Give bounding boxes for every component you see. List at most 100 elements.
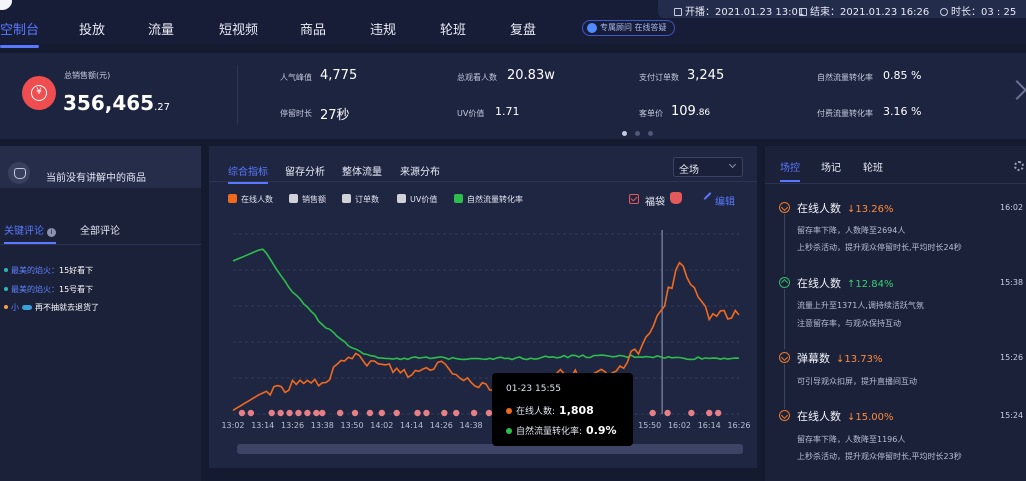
- lucky-bag-marker: [268, 409, 275, 417]
- trend-up-icon: [779, 277, 790, 288]
- info-icon: i: [47, 228, 56, 237]
- event-title: 在线人数 ↓15.00%: [797, 410, 894, 423]
- event-desc: 留存率下降，人数降至2694人: [797, 226, 906, 235]
- fan-badge-icon: [22, 305, 32, 310]
- x-tick-label: 14:38: [460, 421, 483, 430]
- x-tick-label: 15:50: [638, 421, 661, 430]
- next-arrow-icon[interactable]: [1007, 80, 1026, 100]
- tab-review[interactable]: 复盘: [510, 19, 536, 38]
- event-time: 16:02: [1000, 203, 1024, 212]
- chart-panel: 综合指标 留存分析 整体流量 来源分布 全场 在线人数 销售额 订单数 UV价值…: [209, 146, 757, 468]
- lucky-bag-marker: [441, 409, 448, 417]
- x-tick-label: 16:26: [727, 421, 750, 430]
- timeline-line: [784, 214, 785, 274]
- event-title: 在线人数 ↑12.84%: [797, 277, 894, 290]
- timeline-line: [784, 364, 785, 409]
- tab-violations[interactable]: 违规: [370, 19, 396, 38]
- divider: [765, 183, 1026, 184]
- trend-down-icon: [779, 202, 790, 213]
- trend-down-icon: [779, 352, 790, 363]
- lucky-bag-marker: [313, 409, 320, 417]
- tooltip-row: 在线人数: 1,808: [506, 404, 594, 417]
- tab-shifts[interactable]: 轮班: [863, 159, 883, 174]
- tab-short-video[interactable]: 短视频: [219, 19, 258, 38]
- lucky-bag-marker: [277, 409, 284, 417]
- event-title: 弹幕数 ↓13.73%: [797, 352, 883, 365]
- x-tick-label: 16:14: [698, 421, 721, 430]
- timeline-scrollbar[interactable]: [237, 444, 743, 454]
- carousel-dot[interactable]: [648, 131, 653, 136]
- event-desc: 注意留存率，与观众保持互动: [797, 319, 901, 328]
- tab-key-comments[interactable]: 关键评论 i: [4, 222, 56, 244]
- kpi-label: 人气峰值: [280, 73, 312, 82]
- tab-products[interactable]: 商品: [300, 19, 326, 38]
- x-tick-label: 13:38: [311, 421, 334, 430]
- x-tick-label: 13:14: [251, 421, 274, 430]
- series-line-online: [232, 261, 740, 412]
- kpi-value: 3,245: [687, 68, 725, 83]
- event-desc: 可引导观众扣屏，提升直播间互动: [797, 377, 917, 386]
- total-sales-label: 总销售额(元): [64, 71, 111, 80]
- start-time: 开播：2021.01.23 13:01: [685, 7, 805, 18]
- consultant-label: 专属顾问 在线答疑: [600, 23, 667, 32]
- series-line-natural-conversion: [232, 248, 740, 361]
- kpi-label: 付费流量转化率: [817, 109, 873, 118]
- calendar-icon: [799, 8, 807, 16]
- chart-tooltip: 01-23 15:55 在线人数: 1,808 自然流量转化率: 0.9%: [492, 373, 633, 446]
- divider: [237, 65, 238, 125]
- chat-icon: [587, 23, 597, 33]
- kpi-value: 27秒: [320, 108, 350, 123]
- lucky-bag-marker: [351, 409, 359, 417]
- lucky-bag-marker: [453, 409, 460, 417]
- consultant-button[interactable]: 专属顾问 在线答疑: [582, 20, 675, 36]
- tab-field-control[interactable]: 场控: [780, 159, 800, 182]
- x-tick-label: 13:50: [341, 421, 364, 430]
- tab-control[interactable]: 空制台: [0, 19, 40, 48]
- x-tick-label: 13:02: [221, 421, 244, 430]
- kpi-label: 总观看人数: [457, 73, 497, 82]
- lucky-bag-marker: [664, 409, 671, 417]
- kpi-value: 20.83w: [507, 68, 555, 83]
- divider: [0, 244, 201, 245]
- tab-all-comments[interactable]: 全部评论: [80, 222, 120, 237]
- trend-down-icon: [779, 410, 790, 421]
- event-desc: 上秒杀活动，提升观众停留时长,平均时长23秒: [797, 452, 962, 461]
- lucky-bag-marker: [649, 409, 656, 417]
- logo: [0, 0, 12, 10]
- timeline-line: [784, 289, 785, 349]
- tooltip-title: 01-23 15:55: [506, 384, 561, 394]
- lucky-bag-marker: [295, 409, 302, 417]
- lucky-bag-marker: [247, 409, 255, 417]
- gear-icon[interactable]: [1014, 161, 1024, 171]
- top-nav: 空制台 投放 流量 短视频 商品 违规 轮班 复盘 专属顾问 在线答疑 开播：2…: [0, 0, 1026, 48]
- lucky-bag-marker: [688, 409, 695, 417]
- lucky-bag-marker: [319, 409, 326, 417]
- kpi-label: UV价值: [457, 109, 485, 118]
- kpi-value: 3.16 %: [883, 105, 922, 118]
- yen-icon: ¥: [22, 76, 56, 110]
- tab-delivery[interactable]: 投放: [79, 19, 105, 38]
- tab-traffic[interactable]: 流量: [148, 19, 174, 38]
- lucky-bag-marker: [336, 409, 344, 417]
- duration: 时长：03 : 25: [951, 7, 1017, 18]
- hand-icon: [8, 162, 30, 184]
- kpi-panel: ¥ 总销售额(元) 356,465.27 人气峰值 4,775 总观看人数 20…: [0, 53, 1026, 139]
- kpi-value: 0.85 %: [883, 69, 922, 82]
- lucky-bag-marker: [414, 409, 421, 417]
- no-product-text: 当前没有讲解中的商品: [46, 173, 146, 184]
- x-tick-label: 14:02: [370, 421, 393, 430]
- current-product-bar: 当前没有讲解中的商品: [0, 146, 201, 188]
- comment-item: 最美的焰火：15好看下: [4, 265, 93, 276]
- comment-item: 小再不抽就去退货了: [4, 302, 99, 313]
- lucky-bag-marker: [378, 409, 386, 417]
- tab-field-notes[interactable]: 场记: [821, 159, 841, 174]
- lucky-bag-marker: [706, 409, 713, 417]
- event-title: 在线人数 ↓13.26%: [797, 202, 894, 215]
- carousel-dot[interactable]: [622, 131, 627, 136]
- carousel-dot[interactable]: [635, 131, 640, 136]
- tab-shifts[interactable]: 轮班: [440, 19, 466, 38]
- lucky-bag-marker: [238, 409, 246, 417]
- x-tick-label: 16:02: [668, 421, 691, 430]
- end-time: 结束：2021.01.23 16:26: [810, 7, 930, 18]
- lucky-bag-marker: [286, 409, 293, 417]
